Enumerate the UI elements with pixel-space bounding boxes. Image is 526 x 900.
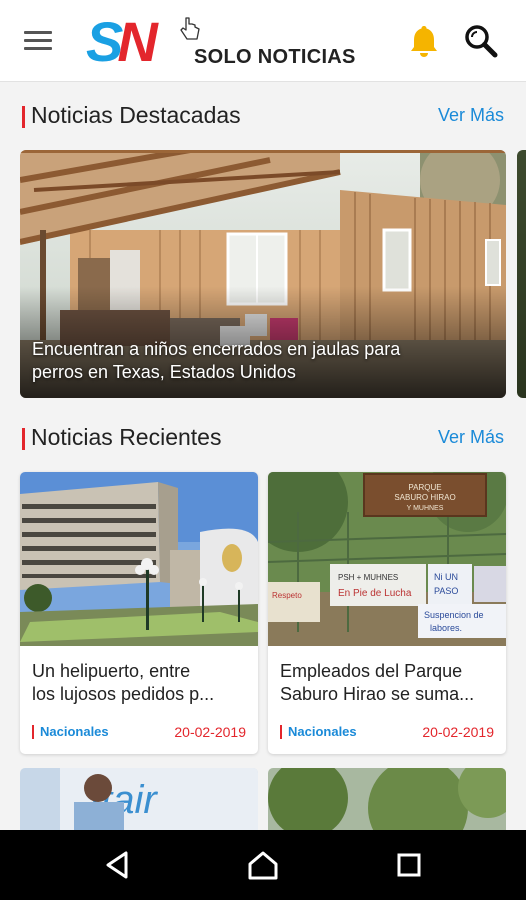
news-card-title: Un helipuerto, entre los lujosos pedidos…	[32, 661, 215, 704]
news-card-category: Nacionales	[280, 725, 357, 739]
news-card-date: 20-02-2019	[174, 724, 246, 740]
logo-mark: SN	[86, 10, 158, 73]
news-card-date: 20-02-2019	[422, 724, 494, 740]
recent-section-header: Noticias Recientes Ver Más	[20, 422, 506, 454]
news-thumbnail: ttair	[20, 768, 258, 838]
recents-button[interactable]	[392, 848, 426, 882]
recent-see-more-link[interactable]: Ver Más	[438, 427, 504, 448]
news-card-partial[interactable]: ttair	[20, 768, 258, 838]
svg-text:PARQUE: PARQUE	[408, 483, 441, 492]
cursor-hand-icon	[180, 17, 200, 40]
svg-text:labores.: labores.	[430, 623, 462, 633]
news-thumbnail	[20, 472, 258, 646]
search-icon	[465, 25, 498, 58]
search-button[interactable]	[462, 22, 500, 60]
menu-button[interactable]	[24, 27, 58, 55]
featured-next-card-peek[interactable]	[517, 150, 526, 398]
logo-text: SOLO NOTICIAS	[194, 46, 356, 68]
back-button[interactable]	[102, 848, 136, 882]
news-card-parque-saburo[interactable]: PARQUE SABURO HIRAO Y MUHNES Respeto PSH…	[268, 472, 506, 754]
back-icon	[106, 851, 128, 879]
section-marker	[22, 428, 25, 450]
svg-text:Y MUHNES: Y MUHNES	[407, 505, 444, 512]
svg-text:En Pie de Lucha: En Pie de Lucha	[338, 588, 412, 599]
featured-news-title: Encuentran a niños encerrados en jaulas …	[32, 339, 401, 382]
home-button[interactable]	[246, 848, 280, 882]
news-thumbnail	[268, 768, 506, 838]
home-icon	[248, 851, 278, 880]
bell-icon	[411, 26, 437, 57]
system-navigation-bar	[0, 830, 526, 900]
news-card-category: Nacionales	[32, 725, 109, 739]
recent-section-title: Noticias Recientes	[31, 424, 222, 450]
news-card-title: Empleados del Parque Saburo Hirao se sum…	[280, 661, 475, 704]
news-card-helipuerto[interactable]: Un helipuerto, entre los lujosos pedidos…	[20, 472, 258, 754]
svg-text:Suspencion de: Suspencion de	[424, 610, 484, 620]
menu-icon	[24, 31, 52, 34]
svg-text:Ni UN: Ni UN	[434, 572, 458, 582]
featured-see-more-link[interactable]: Ver Más	[438, 105, 504, 126]
svg-text:Respeto: Respeto	[272, 591, 302, 600]
featured-section-title: Noticias Destacadas	[31, 102, 241, 128]
featured-section-header: Noticias Destacadas Ver Más	[20, 100, 506, 132]
news-thumbnail: PARQUE SABURO HIRAO Y MUHNES Respeto PSH…	[268, 472, 506, 646]
svg-text:PSH + MUHNES: PSH + MUHNES	[338, 573, 398, 582]
notifications-button[interactable]	[406, 22, 442, 60]
featured-news-card[interactable]: Encuentran a niños encerrados en jaulas …	[20, 150, 506, 398]
news-card-partial[interactable]	[268, 768, 506, 838]
svg-text:SABURO HIRAO: SABURO HIRAO	[394, 493, 455, 502]
section-marker	[22, 106, 25, 128]
app-header: SN SOLO NOTICIAS	[0, 0, 526, 82]
svg-text:PASO: PASO	[434, 586, 458, 596]
app-logo[interactable]: SN SOLO NOTICIAS	[86, 14, 376, 70]
recents-icon	[397, 853, 421, 877]
